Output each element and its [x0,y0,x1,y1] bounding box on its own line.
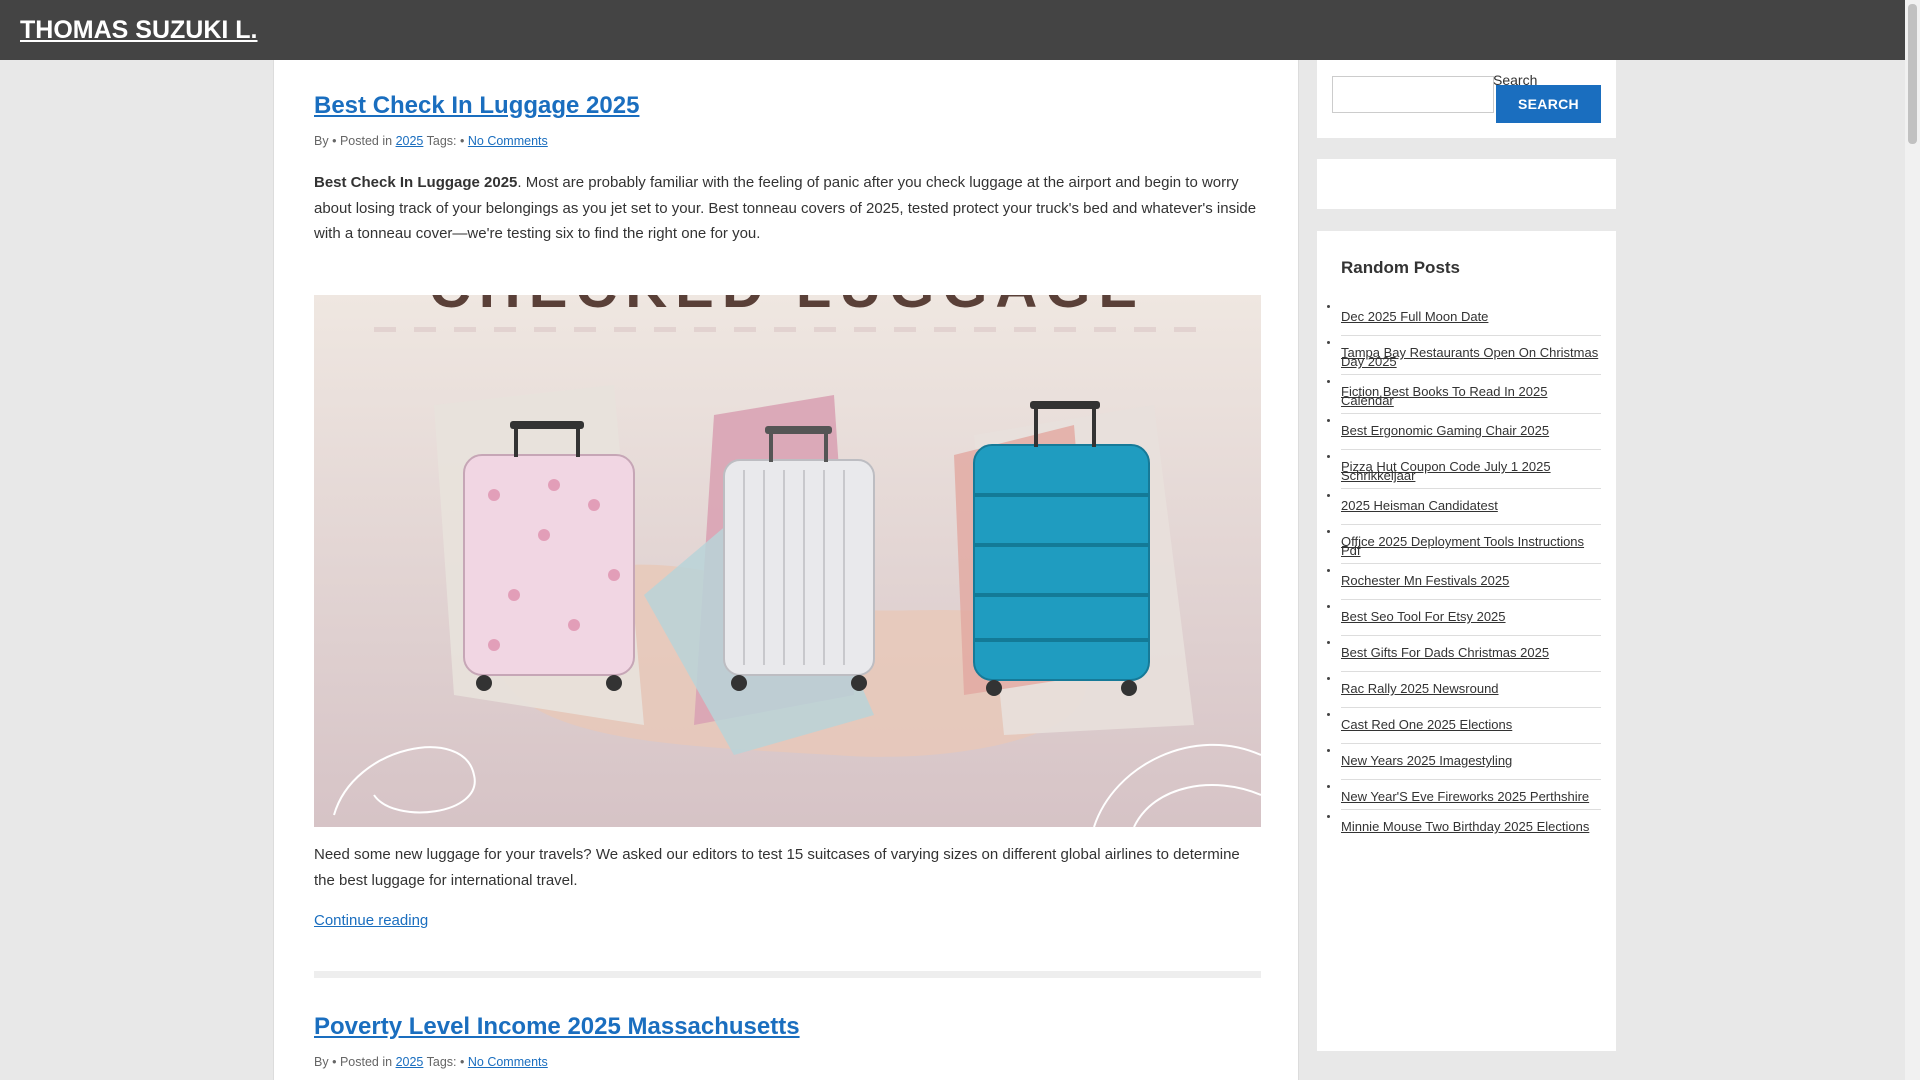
category-link[interactable]: 2025 [396,1055,424,1069]
random-posts-list: Dec 2025 Full Moon Date Tampa Bay Restau… [1327,300,1601,839]
random-post-link[interactable]: 2025 Heisman Candidatest [1341,496,1601,518]
site-title-link[interactable]: THOMAS SUZUKI L. [20,16,258,45]
page-scrollbar[interactable] [1905,0,1920,1080]
category-link[interactable]: 2025 [396,134,424,148]
post-article: Best Check In Luggage 2025 By • Posted i… [314,92,1261,929]
comments-link[interactable]: No Comments [468,1055,548,1069]
list-item: Rac Rally 2025 Newsround [1327,672,1601,708]
post-body: Need some new luggage for your travels? … [314,845,1240,889]
post-divider [314,971,1261,978]
meta-separator: • [460,134,465,148]
luggage-illustration: CHECKED LUGGAGE [314,294,1261,827]
meta-posted-in: Posted in [339,1055,393,1069]
list-item: Minnie Mouse Two Birthday 2025 Elections [1327,810,1601,839]
empty-widget [1317,159,1616,209]
random-post-link[interactable]: Tampa Bay Restaurants Open On Christmas … [1341,343,1601,368]
random-post-link[interactable]: Cast Red One 2025 Elections [1341,715,1601,737]
random-post-link[interactable]: New Year'S Eve Fireworks 2025 Perthshire [1341,787,1601,803]
random-posts-widget: Random Posts Dec 2025 Full Moon Date Tam… [1317,231,1616,1051]
scrollbar-thumb[interactable] [1908,4,1917,144]
post-title-link[interactable]: Poverty Level Income 2025 Massachusetts [314,1013,1261,1041]
post-excerpt: Best Check In Luggage 2025. Most are pro… [314,170,1261,247]
list-item: Fiction Best Books To Read In 2025 Calen… [1327,375,1601,414]
continue-reading-link[interactable]: Continue reading [314,912,1261,929]
random-post-link[interactable]: Pizza Hut Coupon Code July 1 2025 Schrik… [1341,457,1601,482]
random-post-link[interactable]: Best Ergonomic Gaming Chair 2025 [1341,421,1601,443]
featured-image-luggage[interactable]: CHECKED LUGGAGE [314,294,1261,827]
excerpt-bold: Best Check In Luggage 2025 [314,174,518,191]
random-posts-title: Random Posts [1341,258,1461,277]
random-post-link[interactable]: Office 2025 Deployment Tools Instruction… [1341,532,1601,557]
meta-separator: • [460,1055,465,1069]
list-item: 2025 Heisman Candidatest [1327,489,1601,525]
site-header: THOMAS SUZUKI L. [0,0,1905,60]
random-post-link[interactable]: Minnie Mouse Two Birthday 2025 Elections [1341,817,1601,833]
list-item: New Year'S Eve Fireworks 2025 Perthshire [1327,780,1601,810]
random-post-link[interactable]: Fiction Best Books To Read In 2025 Calen… [1341,382,1601,407]
meta-tags: Tags: [426,134,457,148]
random-post-link[interactable]: New Years 2025 Imagestyling [1341,751,1601,773]
meta-tags: Tags: [426,1055,457,1069]
list-item: Best Seo Tool For Etsy 2025 [1327,600,1601,636]
search-widget: Search SEARCH [1317,60,1616,138]
search-input[interactable] [1332,76,1494,113]
image-caption-text: CHECKED LUGGAGE [429,295,1145,320]
list-item: Rochester Mn Festivals 2025 [1327,564,1601,600]
search-button[interactable]: SEARCH [1496,85,1601,123]
meta-by: By [314,1055,329,1069]
list-item: Best Gifts For Dads Christmas 2025 [1327,636,1601,672]
meta-separator: • [332,1055,337,1069]
list-item: Office 2025 Deployment Tools Instruction… [1327,525,1601,564]
list-item: Tampa Bay Restaurants Open On Christmas … [1327,336,1601,375]
random-post-link[interactable]: Rochester Mn Festivals 2025 [1341,571,1601,593]
comments-link[interactable]: No Comments [468,134,548,148]
list-item: Cast Red One 2025 Elections [1327,708,1601,744]
meta-posted-in: Posted in [339,134,393,148]
list-item: New Years 2025 Imagestyling [1327,744,1601,780]
post-meta: By • Posted in 2025 Tags: • No Comments [314,1055,1261,1069]
random-post-link[interactable]: Best Gifts For Dads Christmas 2025 [1341,643,1601,665]
random-post-link[interactable]: Rac Rally 2025 Newsround [1341,679,1601,701]
post-article: Poverty Level Income 2025 Massachusetts … [314,1013,1261,1069]
main-content: Best Check In Luggage 2025 By • Posted i… [273,60,1299,1080]
random-post-link[interactable]: Best Seo Tool For Etsy 2025 [1341,607,1601,629]
post-meta: By • Posted in 2025 Tags: • No Comments [314,134,1261,148]
list-item: Pizza Hut Coupon Code July 1 2025 Schrik… [1327,450,1601,489]
post-title-link[interactable]: Best Check In Luggage 2025 [314,92,1261,120]
list-item: Dec 2025 Full Moon Date [1327,300,1601,336]
random-post-link[interactable]: Dec 2025 Full Moon Date [1341,307,1601,329]
meta-separator: • [332,134,337,148]
list-item: Best Ergonomic Gaming Chair 2025 [1327,414,1601,450]
meta-by: By [314,134,329,148]
